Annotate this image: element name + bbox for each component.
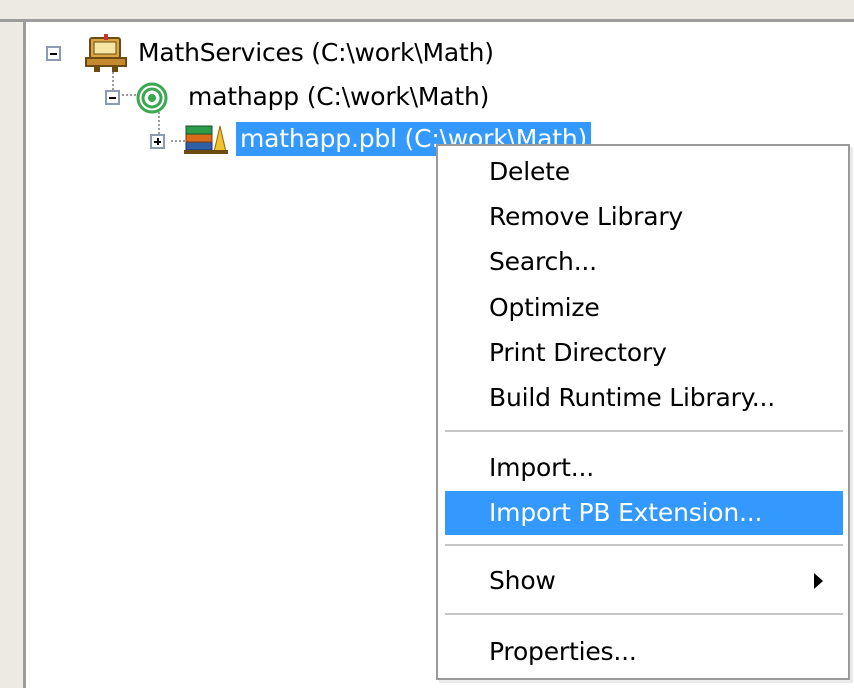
window-frame-left	[0, 22, 26, 688]
menu-item-properties[interactable]: Properties...	[445, 630, 843, 674]
menu-separator	[445, 613, 843, 615]
tree-node-workspace[interactable]: MathServices (C:\work\Math)	[138, 36, 494, 70]
submenu-arrow-icon	[814, 573, 823, 589]
workspace-icon	[85, 34, 127, 72]
target-icon	[136, 82, 168, 114]
menu-item-build-runtime-library[interactable]: Build Runtime Library...	[445, 376, 843, 420]
menu-item-show[interactable]: Show	[445, 559, 843, 603]
collapse-toggle-target[interactable]	[105, 90, 120, 105]
menu-item-delete[interactable]: Delete	[445, 150, 843, 194]
menu-item-import-pb-extension[interactable]: Import PB Extension...	[445, 491, 843, 535]
expand-toggle-library[interactable]	[150, 134, 165, 149]
tree-node-target[interactable]: mathapp (C:\work\Math)	[188, 80, 489, 114]
tree-connector	[171, 140, 185, 142]
menu-item-import[interactable]: Import...	[445, 446, 843, 490]
minus-icon	[109, 97, 116, 99]
minus-icon	[50, 53, 57, 55]
menu-item-show-label: Show	[489, 566, 556, 595]
collapse-toggle-workspace[interactable]	[46, 46, 61, 61]
library-icon	[184, 125, 228, 154]
menu-item-print-directory[interactable]: Print Directory	[445, 331, 843, 375]
menu-item-optimize[interactable]: Optimize	[445, 286, 843, 330]
menu-separator	[445, 430, 843, 432]
menu-item-remove-library[interactable]: Remove Library	[445, 195, 843, 239]
window-frame-top	[0, 0, 854, 22]
context-menu: Delete Remove Library Search... Optimize…	[436, 144, 850, 680]
menu-item-search[interactable]: Search...	[445, 240, 843, 284]
menu-separator	[445, 544, 843, 546]
